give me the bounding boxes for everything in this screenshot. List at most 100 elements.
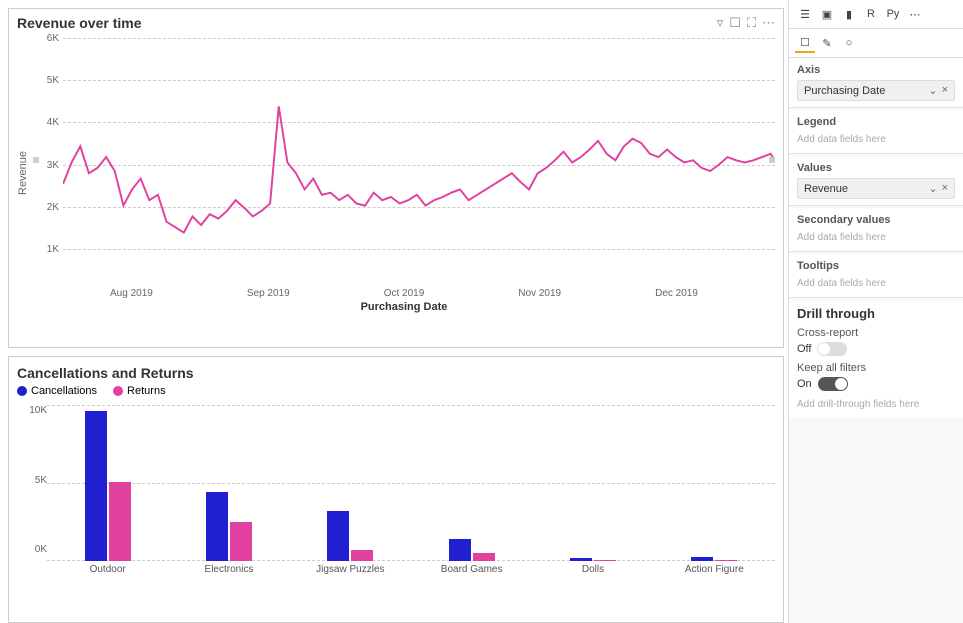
bar-group-jigsaw: [290, 405, 411, 561]
main-content: Revenue over time ▿ ☐ ⛶ ⋯ Revenue 6K 5K …: [0, 0, 788, 623]
bar-pair-boardgames: [449, 539, 495, 561]
bar-x-electronics: Electronics: [168, 561, 289, 575]
keep-all-filters-thumb: [835, 378, 847, 390]
tooltips-add-field[interactable]: Add data fields here: [797, 276, 955, 291]
bar-pair-jigsaw: [327, 511, 373, 561]
axis-field-label: Purchasing Date: [804, 85, 885, 97]
legend-dot-returns: [113, 386, 123, 396]
values-field-icons: ⌄ ×: [928, 182, 948, 195]
chart-bar-icon[interactable]: ▮: [839, 4, 859, 24]
bar-x-actionfigure: Action Figure: [654, 561, 775, 575]
keep-all-filters-toggle-row: On: [797, 377, 955, 391]
add-drill-fields[interactable]: Add drill-through fields here: [797, 397, 955, 412]
secondary-values-label: Secondary values: [797, 214, 955, 226]
values-field-pill[interactable]: Revenue ⌄ ×: [797, 178, 955, 199]
filter-icon[interactable]: ▿: [717, 15, 724, 31]
bar-cancellations-dolls: [570, 558, 592, 561]
legend-add-field[interactable]: Add data fields here: [797, 132, 955, 147]
axis-field-icons: ⌄ ×: [928, 84, 948, 97]
values-expand-icon[interactable]: ⌄: [928, 182, 937, 195]
cross-report-row: Cross-report Off: [797, 327, 955, 356]
values-remove-icon[interactable]: ×: [942, 182, 948, 195]
tooltips-section: Tooltips Add data fields here: [789, 254, 963, 298]
bar-group-actionfigure: [654, 405, 775, 561]
bar-returns-dolls: [594, 560, 616, 561]
bar-cancellations-outdoor: [85, 411, 107, 561]
cross-report-toggle[interactable]: [817, 342, 847, 356]
bar-cancellations-electronics: [206, 492, 228, 561]
axis-remove-icon[interactable]: ×: [942, 84, 948, 97]
chart-header: Revenue over time ▿ ☐ ⛶ ⋯: [17, 15, 775, 31]
bar-group-electronics: [168, 405, 289, 561]
bar-y-0k: 0K: [17, 544, 47, 555]
analytics-icon[interactable]: ○: [839, 33, 859, 53]
more-icon[interactable]: ⋯: [762, 15, 775, 31]
legend-label: Legend: [797, 116, 955, 128]
bar-y-5k: 5K: [17, 475, 47, 486]
bar-chart-body: 10K 5K 0K: [17, 405, 775, 575]
axis-field-pill[interactable]: Purchasing Date ⌄ ×: [797, 80, 955, 101]
right-indicator: [769, 157, 775, 163]
bar-returns-actionfigure: [715, 560, 737, 561]
keep-all-filters-row: Keep all filters On: [797, 362, 955, 391]
right-panel: ☰ ▣ ▮ R Py ⋯ ☐ ✎ ○ Axis Purchasing Date …: [788, 0, 963, 623]
keep-all-filters-label: Keep all filters: [797, 362, 955, 374]
bar-pair-electronics: [206, 492, 252, 561]
bar-group-boardgames: [411, 405, 532, 561]
cross-report-label: Cross-report: [797, 327, 955, 339]
bar-pair-actionfigure: [691, 557, 737, 561]
y-gridlines: 6K 5K 4K 3K 2K 1K: [33, 33, 775, 286]
legend-label-returns: Returns: [127, 385, 166, 397]
legend-label-cancellations: Cancellations: [31, 385, 97, 397]
bars-row: [47, 405, 775, 561]
drill-through-title: Drill through: [797, 306, 955, 321]
keep-all-filters-state: On: [797, 378, 812, 390]
values-field-label: Revenue: [804, 183, 848, 195]
axis-expand-icon[interactable]: ⌄: [928, 84, 937, 97]
expand-icon[interactable]: ⛶: [747, 15, 756, 31]
more-icon-1[interactable]: ⋯: [905, 4, 925, 24]
bar-pair-outdoor: [85, 411, 131, 561]
revenue-line-chart: [63, 33, 775, 292]
cross-report-state: Off: [797, 343, 811, 355]
grid-icon[interactable]: ▣: [817, 4, 837, 24]
y-tick-6k: 6K: [33, 33, 59, 44]
chart-body: Revenue 6K 5K 4K 3K 2K 1K: [17, 33, 775, 313]
bar-y-axis: 10K 5K 0K: [17, 405, 47, 575]
bar-y-10k: 10K: [17, 405, 47, 416]
keep-all-filters-toggle[interactable]: [818, 377, 848, 391]
drill-through-section: Drill through Cross-report Off Keep all …: [789, 300, 963, 418]
bar-legend: Cancellations Returns: [17, 385, 775, 397]
values-label: Values: [797, 162, 955, 174]
format-icon[interactable]: ✎: [817, 33, 837, 53]
table-icon[interactable]: ☰: [795, 4, 815, 24]
y-tick-5k: 5K: [33, 75, 59, 86]
bar-cancellations-jigsaw: [327, 511, 349, 561]
y-tick-2k: 2K: [33, 202, 59, 213]
bar-chart-container: Cancellations and Returns Cancellations …: [8, 356, 784, 623]
y-axis-label: Revenue: [17, 33, 29, 313]
bar-returns-jigsaw: [351, 550, 373, 561]
x-axis-label: Purchasing Date: [33, 301, 775, 313]
revenue-chart-container: Revenue over time ▿ ☐ ⛶ ⋯ Revenue 6K 5K …: [8, 8, 784, 348]
secondary-values-add-field[interactable]: Add data fields here: [797, 230, 955, 245]
left-indicator: [33, 157, 39, 163]
r-icon[interactable]: R: [861, 4, 881, 24]
bar-cancellations-actionfigure: [691, 557, 713, 561]
bar-x-boardgames: Board Games: [411, 561, 532, 575]
focus-icon[interactable]: ☐: [729, 15, 741, 31]
legend-section: Legend Add data fields here: [789, 110, 963, 154]
tooltips-label: Tooltips: [797, 260, 955, 272]
bar-area: Outdoor Electronics Jigsaw Puzzles Board…: [47, 405, 775, 575]
fields-icon[interactable]: ☐: [795, 33, 815, 53]
cross-report-thumb: [818, 343, 830, 355]
bar-cancellations-boardgames: [449, 539, 471, 561]
chart-toolbar: ▿ ☐ ⛶ ⋯: [717, 15, 775, 31]
toolbar-row-2: ☐ ✎ ○: [789, 29, 963, 58]
py-icon[interactable]: Py: [883, 4, 903, 24]
bar-returns-boardgames: [473, 553, 495, 561]
bar-chart-title: Cancellations and Returns: [17, 365, 775, 381]
y-tick-4k: 4K: [33, 117, 59, 128]
revenue-chart-title: Revenue over time: [17, 15, 142, 31]
y-tick-1k: 1K: [33, 244, 59, 255]
